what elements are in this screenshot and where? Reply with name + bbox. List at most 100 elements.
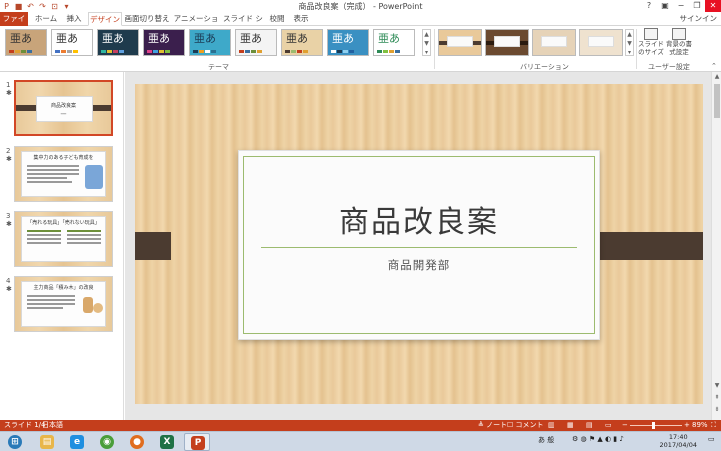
tab-review[interactable]: 校閲 <box>266 12 288 26</box>
normal-view-icon[interactable]: ▥ <box>548 420 555 431</box>
sign-in-link[interactable]: サインイン <box>680 12 718 26</box>
zoom-in-button[interactable]: + <box>684 420 690 431</box>
theme-thumbnail[interactable]: 亜あ <box>189 29 231 56</box>
themes-group-label: テーマ <box>208 63 229 71</box>
tab-design[interactable]: デザイン <box>88 12 122 26</box>
close-button[interactable]: ✕ <box>705 0 721 12</box>
zoom-level[interactable]: 89% <box>692 420 708 431</box>
user-settings-group-label: ユーザー設定 <box>648 63 690 71</box>
windows-taskbar: ⊞ ▤ e ◉ ● X P あ 般 ⚙ ◍ ⚑ ▲ ◐ ▮ ♪ 17:40 20… <box>0 431 721 451</box>
start-button[interactable]: ⊞ <box>2 433 28 451</box>
theme-thumbnail[interactable]: 亜あ <box>373 29 415 56</box>
animation-star-icon: ✱ <box>6 155 12 163</box>
theme-thumbnail[interactable]: 亜あ <box>281 29 323 56</box>
taskbar-explorer[interactable]: ▤ <box>34 433 60 451</box>
tab-slideshow[interactable]: スライド ショー <box>220 12 266 37</box>
excel-icon: X <box>160 435 174 449</box>
gallery-more-icon[interactable]: ▾ <box>423 48 430 57</box>
variation-thumbnail[interactable] <box>579 29 623 56</box>
gallery-up-icon[interactable]: ▲ <box>626 30 633 39</box>
theme-thumbnail[interactable]: 亜あ <box>235 29 277 56</box>
notes-button[interactable]: ≜ ノート <box>478 420 507 431</box>
slide-subtitle[interactable]: 商品開発部 <box>239 257 599 273</box>
taskbar-powerpoint[interactable]: P <box>184 433 210 451</box>
slide-thumbnail-2[interactable]: 集中力のある子ども育成を <box>14 146 113 202</box>
comments-button[interactable]: ☐ コメント <box>507 420 544 431</box>
taskbar-chrome[interactable]: ◉ <box>94 433 120 451</box>
tab-transitions[interactable]: 画面切り替え <box>124 12 170 26</box>
help-button[interactable]: ? <box>641 0 657 12</box>
ribbon-tabs: ファイル ホーム 挿入 デザイン 画面切り替え アニメーション スライド ショー… <box>0 12 721 37</box>
design-ribbon: 亜あ 亜あ 亜あ 亜あ 亜あ 亜あ 亜あ 亜あ 亜あ ▲ ▼ ▾ テーマ ▲ ▼… <box>0 26 721 72</box>
notification-icon[interactable]: ▭ <box>708 435 715 443</box>
slide-size-icon <box>644 28 658 40</box>
tray-icons[interactable]: ⚙ ◍ ⚑ ▲ ◐ ▮ ♪ <box>572 435 624 443</box>
ribbon-display-button[interactable]: ▣ <box>657 0 673 12</box>
right-band <box>588 232 703 260</box>
collapse-ribbon-icon[interactable]: ⌃ <box>711 62 717 70</box>
slide-number: 4 <box>6 277 11 285</box>
left-band <box>135 232 171 260</box>
tab-view[interactable]: 表示 <box>290 12 312 26</box>
slide-number: 2 <box>6 147 11 155</box>
zoom-slider[interactable] <box>630 425 682 426</box>
window-controls: ? ▣ − ❐ ✕ <box>641 0 721 12</box>
fit-slide-icon[interactable]: ⛶ <box>711 420 716 431</box>
slide-title[interactable]: 商品改良案 <box>239 197 599 241</box>
variation-gallery-scroll[interactable]: ▲ ▼ ▾ <box>625 29 634 56</box>
slide-number: 1 <box>6 81 11 89</box>
variation-thumbnail[interactable] <box>485 29 529 56</box>
slide-thumbnail-4[interactable]: 主力商品「積み木」の改良 <box>14 276 113 332</box>
title-card: 商品改良案 商品開発部 <box>238 150 600 340</box>
tab-file[interactable]: ファイル <box>0 12 28 37</box>
current-slide[interactable]: 商品改良案 商品開発部 <box>135 84 703 404</box>
slide-number: 3 <box>6 212 11 220</box>
theme-thumbnail[interactable]: 亜あ <box>97 29 139 56</box>
minimize-button[interactable]: − <box>673 0 689 12</box>
variation-thumbnail[interactable] <box>532 29 576 56</box>
animation-star-icon: ✱ <box>6 220 12 228</box>
restore-button[interactable]: ❐ <box>689 0 705 12</box>
reading-view-icon[interactable]: ▤ <box>586 420 593 431</box>
scroll-up-icon[interactable]: ▲ <box>712 73 721 80</box>
slide-thumbnail-3[interactable]: 「売れる玩具」「売れない玩具」 <box>14 211 113 267</box>
system-clock[interactable]: 17:40 2017/04/04 <box>660 433 697 449</box>
status-bar: スライド 1/4 日本語 ≜ ノート ☐ コメント ▥ ▦ ▤ ▭ − + 89… <box>0 420 721 431</box>
tab-insert[interactable]: 挿入 <box>62 12 86 26</box>
vertical-scrollbar[interactable]: ▲ ▼ ⇞ ⇟ <box>711 72 721 420</box>
gallery-more-icon[interactable]: ▾ <box>626 48 633 57</box>
ime-indicator[interactable]: あ 般 <box>538 435 554 445</box>
theme-thumbnail[interactable]: 亜あ <box>327 29 369 56</box>
gallery-down-icon[interactable]: ▼ <box>626 39 633 48</box>
theme-thumbnail[interactable]: 亜あ <box>5 29 47 56</box>
taskbar-excel[interactable]: X <box>154 433 180 451</box>
zoom-out-button[interactable]: − <box>622 420 628 431</box>
title-bar: P ■ ↶ ↷ ⊡ ▾ 商品改良案（完成） - PowerPoint ? ▣ −… <box>0 0 721 12</box>
previous-slide-icon[interactable]: ⇞ <box>712 394 721 401</box>
powerpoint-window: P ■ ↶ ↷ ⊡ ▾ 商品改良案（完成） - PowerPoint ? ▣ −… <box>0 0 721 451</box>
slideshow-view-icon[interactable]: ▭ <box>605 420 612 431</box>
gallery-up-icon[interactable]: ▲ <box>423 30 430 39</box>
slide-thumbnail-pane: 1 ✱ 商品改良案 ━━━ 2 ✱ 集中力のある子ども育成を 3 ✱ 「売れる玩… <box>0 72 124 420</box>
window-title: 商品改良案（完成） - PowerPoint <box>298 2 423 11</box>
next-slide-icon[interactable]: ⇟ <box>712 406 721 413</box>
scroll-down-icon[interactable]: ▼ <box>712 382 721 389</box>
slide-thumbnail-1[interactable]: 商品改良案 ━━━ <box>14 80 113 136</box>
tab-home[interactable]: ホーム <box>31 12 61 26</box>
gallery-down-icon[interactable]: ▼ <box>423 39 430 48</box>
theme-thumbnail[interactable]: 亜あ <box>51 29 93 56</box>
format-background-button[interactable]: 背景の書式設定 <box>665 28 693 56</box>
theme-thumbnail[interactable]: 亜あ <box>143 29 185 56</box>
slide-sorter-icon[interactable]: ▦ <box>567 420 574 431</box>
taskbar-firefox[interactable]: ● <box>124 433 150 451</box>
variation-thumbnail[interactable] <box>438 29 482 56</box>
language-indicator[interactable]: 日本語 <box>42 420 63 431</box>
slide-size-button[interactable]: スライドのサイズ <box>637 28 665 56</box>
firefox-icon: ● <box>130 435 144 449</box>
variations-group-label: バリエーション <box>520 63 569 71</box>
tab-animations[interactable]: アニメーション <box>172 12 220 37</box>
zoom-slider-handle[interactable] <box>652 422 656 429</box>
taskbar-ie[interactable]: e <box>64 433 90 451</box>
scroll-thumb[interactable] <box>714 84 720 118</box>
theme-gallery-scroll[interactable]: ▲ ▼ ▾ <box>422 29 431 56</box>
